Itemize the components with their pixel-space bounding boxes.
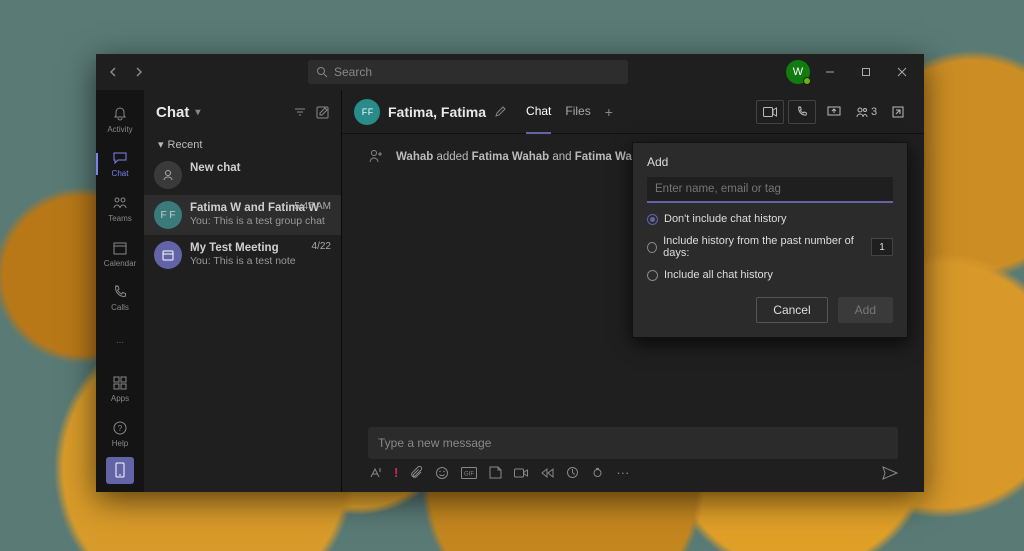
- filter-icon[interactable]: [294, 106, 306, 119]
- svg-text:GIF: GIF: [464, 471, 474, 477]
- compose-area: Type a new message ! GIF ···: [342, 427, 924, 492]
- chat-row-new[interactable]: New chat: [144, 155, 341, 195]
- history-days-input[interactable]: [871, 238, 893, 256]
- people-icon: [855, 106, 869, 118]
- add-tab-icon[interactable]: +: [605, 104, 613, 120]
- nav-back-button[interactable]: [102, 61, 124, 83]
- new-chat-avatar-icon: [154, 161, 182, 189]
- rail-calls[interactable]: Calls: [96, 276, 144, 319]
- compose-toolbar: ! GIF ···: [368, 465, 898, 480]
- share-screen-button[interactable]: [820, 100, 848, 124]
- phone-icon: [111, 283, 129, 301]
- priority-icon[interactable]: !: [394, 465, 398, 480]
- edit-name-icon[interactable]: [494, 106, 506, 118]
- emoji-icon[interactable]: [435, 466, 449, 480]
- chat-row-time: 4/22: [312, 241, 331, 252]
- chat-list-header: Chat ▾: [144, 90, 341, 134]
- apps-icon: [111, 374, 129, 392]
- attach-icon[interactable]: [410, 466, 423, 480]
- popup-title: Add: [647, 155, 893, 169]
- send-button[interactable]: [882, 466, 898, 480]
- radio-icon: [647, 242, 657, 253]
- search-placeholder: Search: [334, 65, 372, 79]
- tab-chat[interactable]: Chat: [526, 104, 551, 134]
- chat-tabs: Chat Files +: [526, 104, 613, 120]
- chat-row-preview: You: This is a test note: [190, 255, 296, 268]
- more-icon: ···: [111, 333, 129, 351]
- bell-icon: [111, 105, 129, 123]
- rail-help[interactable]: ? Help: [96, 412, 144, 455]
- chat-list-panel: Chat ▾ ▾ Recent New chat F F: [144, 90, 342, 492]
- cancel-button[interactable]: Cancel: [756, 297, 827, 323]
- app-rail: Activity Chat Teams Calendar Calls ···: [96, 90, 144, 492]
- message-placeholder: Type a new message: [378, 436, 491, 450]
- history-option-days[interactable]: Include history from the past number of …: [647, 235, 893, 259]
- chat-icon: [111, 149, 129, 167]
- person-add-icon: [368, 148, 386, 166]
- chat-row-meeting[interactable]: My Test Meeting You: This is a test note…: [144, 235, 341, 275]
- radio-icon: [647, 214, 658, 225]
- meet-now-icon[interactable]: [514, 467, 528, 479]
- window-close-button[interactable]: [886, 58, 918, 86]
- calendar-icon: [111, 239, 129, 257]
- rail-chat[interactable]: Chat: [96, 143, 144, 186]
- rail-activity[interactable]: Activity: [96, 98, 144, 141]
- titlebar: Search W: [96, 54, 924, 90]
- chat-row-title: My Test Meeting: [190, 241, 296, 255]
- window-maximize-button[interactable]: [850, 58, 882, 86]
- teams-window: Search W Activity Chat: [96, 54, 924, 492]
- user-avatar[interactable]: W: [786, 60, 810, 84]
- meeting-avatar-icon: [154, 241, 182, 269]
- video-call-button[interactable]: [756, 100, 784, 124]
- sticker-icon[interactable]: [489, 466, 502, 479]
- stream-icon[interactable]: [540, 466, 554, 480]
- nav-forward-button[interactable]: [128, 61, 150, 83]
- more-toolbar-icon[interactable]: ···: [616, 465, 629, 480]
- chevron-down-icon[interactable]: ▾: [195, 107, 200, 118]
- presence-indicator: [803, 77, 811, 85]
- search-input[interactable]: Search: [308, 60, 628, 84]
- audio-call-button[interactable]: [788, 100, 816, 124]
- group-avatar-icon: F F: [154, 201, 182, 229]
- history-option-all[interactable]: Include all chat history: [647, 269, 893, 281]
- rail-teams[interactable]: Teams: [96, 187, 144, 230]
- help-icon: ?: [111, 419, 129, 437]
- search-icon: [316, 66, 328, 78]
- rail-more[interactable]: ···: [96, 321, 144, 364]
- chat-row-time: 5:45 AM: [294, 201, 331, 212]
- format-icon[interactable]: [368, 466, 382, 480]
- chat-list-section-recent[interactable]: ▾ Recent: [144, 134, 341, 155]
- chat-header: F F Fatima, Fatima Chat Files + 3: [342, 90, 924, 134]
- add-button[interactable]: Add: [838, 297, 893, 323]
- chat-list-title[interactable]: Chat: [156, 104, 189, 121]
- add-people-popup: Add Don't include chat history Include h…: [632, 142, 908, 338]
- loop-icon[interactable]: [591, 466, 604, 479]
- approval-icon[interactable]: [566, 466, 579, 479]
- rail-calendar[interactable]: Calendar: [96, 232, 144, 275]
- gif-icon[interactable]: GIF: [461, 467, 477, 479]
- chat-row-preview: You: This is a test group chat: [190, 215, 325, 228]
- history-option-none[interactable]: Don't include chat history: [647, 213, 893, 225]
- participants-button[interactable]: 3: [852, 100, 880, 124]
- tab-files[interactable]: Files: [565, 104, 590, 134]
- caret-down-icon: ▾: [158, 138, 164, 151]
- open-app-button[interactable]: [884, 100, 912, 124]
- new-chat-icon[interactable]: [316, 106, 329, 119]
- chat-row-fatima[interactable]: F F Fatima W and Fatima W You: This is a…: [144, 195, 341, 235]
- svg-text:?: ?: [118, 424, 123, 433]
- chat-header-avatar: F F: [354, 99, 380, 125]
- chat-header-title: Fatima, Fatima: [388, 104, 486, 120]
- add-people-input[interactable]: [647, 177, 893, 203]
- teams-icon: [111, 194, 129, 212]
- rail-apps[interactable]: Apps: [96, 368, 144, 411]
- phone-device-icon: [114, 462, 126, 478]
- rail-device-button[interactable]: [106, 457, 134, 484]
- radio-icon: [647, 270, 658, 281]
- message-input[interactable]: Type a new message: [368, 427, 898, 459]
- window-minimize-button[interactable]: [814, 58, 846, 86]
- chat-row-title: New chat: [190, 161, 241, 175]
